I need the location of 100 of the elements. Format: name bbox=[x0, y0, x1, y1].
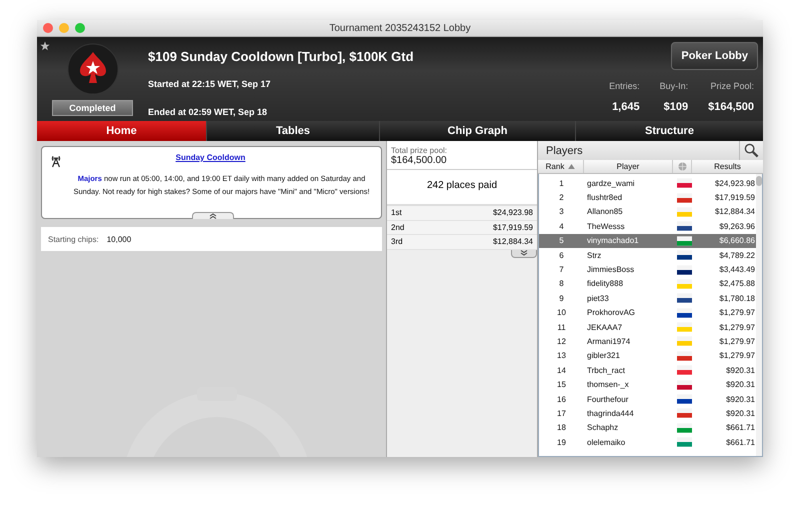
star-icon[interactable] bbox=[40, 41, 50, 51]
result-cell-text: $1,279.97 bbox=[718, 336, 755, 346]
rank-cell-text: 12 bbox=[556, 336, 567, 346]
player-row[interactable]: 17 thagrinda444 $920.31 bbox=[539, 406, 756, 421]
rank-cell-text: 3 bbox=[558, 207, 565, 216]
rank-cell-text: 11 bbox=[556, 322, 567, 332]
player-cell-text: olelemaiko bbox=[586, 438, 626, 447]
player-cell-text: JEKAAA7 bbox=[586, 322, 624, 332]
player-cell-text: Schaphz bbox=[586, 423, 620, 432]
status-banner: Completed bbox=[52, 100, 133, 116]
player-cell-text: Allanon85 bbox=[586, 207, 624, 216]
tab[interactable]: Structure bbox=[576, 121, 763, 141]
result-cell-text: $1,780.18 bbox=[718, 294, 755, 303]
player-row[interactable]: 19 olelemaiko $661.71 bbox=[539, 435, 756, 450]
player-row[interactable]: 15 thomsen-_x $920.31 bbox=[539, 377, 756, 392]
minimize-button[interactable] bbox=[59, 23, 69, 33]
flag-icon bbox=[676, 350, 692, 361]
rank-cell-text: 10 bbox=[556, 308, 567, 318]
player-row[interactable]: 6 Strz $4,789.22 bbox=[539, 248, 756, 262]
close-button[interactable] bbox=[43, 23, 53, 33]
flag-icon bbox=[676, 264, 692, 275]
player-row[interactable]: 9 piet33 $1,780.18 bbox=[539, 291, 756, 306]
player-row[interactable]: 10 ProkhorovAG $1,279.97 bbox=[539, 306, 756, 320]
result-cell-text: $17,919.59 bbox=[714, 193, 755, 202]
player-cell-text: TheWesss bbox=[586, 222, 626, 231]
stat-label: Prize Pool: bbox=[710, 81, 754, 91]
tab[interactable]: Tables bbox=[207, 121, 380, 141]
end-time: Ended at 02:59 WET, Sep 18 bbox=[148, 107, 268, 117]
player-row[interactable]: 3 Allanon85 $12,884.34 bbox=[539, 204, 756, 220]
chevron-up-icon bbox=[209, 213, 217, 219]
player-row[interactable]: 8 fidelity888 $2,475.88 bbox=[539, 276, 756, 292]
place-cell: 3rd bbox=[391, 237, 403, 246]
flag-icon bbox=[676, 308, 692, 318]
player-row[interactable]: 4 TheWesss $9,263.96 bbox=[539, 219, 756, 234]
result-cell-text: $920.31 bbox=[725, 366, 755, 375]
flag-icon bbox=[676, 394, 692, 404]
start-time: Started at 22:15 WET, Sep 17 bbox=[148, 79, 271, 89]
result-cell-text: $920.31 bbox=[725, 408, 755, 418]
rank-cell-text: 18 bbox=[556, 423, 567, 432]
spade-logo-icon bbox=[66, 43, 118, 95]
result-cell-text: $24,923.98 bbox=[714, 178, 755, 188]
column-header[interactable]: Player bbox=[584, 160, 673, 173]
window-title: Tournament 2035243152 Lobby bbox=[329, 22, 471, 34]
result-cell-text: $3,443.49 bbox=[718, 265, 755, 274]
rank-cell-text: 7 bbox=[558, 265, 565, 274]
player-row[interactable]: 13 gibler321 $1,279.97 bbox=[539, 348, 756, 364]
player-cell-text: thomsen-_x bbox=[586, 380, 630, 390]
flag-icon bbox=[676, 380, 692, 390]
zoom-button[interactable] bbox=[75, 23, 85, 33]
result-cell-text: $12,884.34 bbox=[714, 207, 755, 216]
rank-cell-text: 4 bbox=[558, 222, 565, 231]
flag-icon bbox=[676, 221, 692, 232]
payout-cell: $24,923.98 bbox=[492, 208, 533, 218]
player-row[interactable]: 14 Trbch_ract $920.31 bbox=[539, 363, 756, 378]
rank-cell-text: 17 bbox=[556, 408, 567, 418]
tab[interactable]: Chip Graph bbox=[380, 121, 576, 141]
result-cell-text: $661.71 bbox=[725, 438, 755, 447]
player-row[interactable]: 16 Fourthefour $920.31 bbox=[539, 392, 756, 406]
column-header[interactable]: Results bbox=[692, 160, 763, 173]
player-cell-text: vinymachado1 bbox=[586, 236, 640, 246]
player-cell-text: piet33 bbox=[586, 294, 610, 303]
flag-icon bbox=[676, 422, 692, 433]
player-row[interactable]: 18 Schaphz $661.71 bbox=[539, 420, 756, 436]
flag-icon bbox=[676, 278, 692, 289]
player-cell-text: thagrinda444 bbox=[586, 408, 635, 418]
result-cell-text: $6,660.86 bbox=[718, 236, 755, 246]
player-row[interactable]: 1 gardze_wami $24,923.98 bbox=[539, 176, 756, 190]
player-row[interactable]: 11 JEKAAA7 $1,279.97 bbox=[539, 320, 756, 334]
flag-icon bbox=[676, 236, 692, 246]
player-row[interactable]: 2 flushtr8ed $17,919.59 bbox=[539, 190, 756, 205]
collapse-button[interactable] bbox=[192, 212, 234, 219]
globe-icon bbox=[678, 162, 686, 171]
player-cell-text: flushtr8ed bbox=[586, 193, 624, 202]
rank-cell-text: 19 bbox=[556, 438, 567, 447]
news-heading-link[interactable]: Sunday Cooldown bbox=[44, 153, 377, 162]
place-cell: 1st bbox=[391, 208, 402, 218]
tournament-title: $109 Sunday Cooldown [Turbo], $100K Gtd bbox=[148, 48, 414, 64]
result-cell-text: $920.31 bbox=[725, 380, 755, 390]
flag-icon bbox=[676, 408, 692, 418]
rank-cell-text: 2 bbox=[558, 193, 565, 202]
column-header[interactable]: Rank bbox=[538, 160, 584, 173]
antenna-icon bbox=[50, 154, 62, 168]
result-cell-text: $9,263.96 bbox=[718, 222, 755, 231]
stat-value: $109 bbox=[664, 101, 688, 113]
rank-cell-text: 16 bbox=[556, 394, 567, 404]
poker-lobby-button[interactable]: Poker Lobby bbox=[671, 42, 758, 70]
player-row[interactable]: 12 Armani1974 $1,279.97 bbox=[539, 334, 756, 349]
player-row[interactable]: 7 JimmiesBoss $3,443.49 bbox=[539, 262, 756, 277]
tab[interactable]: Home bbox=[37, 121, 207, 141]
stat-value: 1,645 bbox=[612, 101, 640, 113]
rank-cell-text: 13 bbox=[556, 351, 567, 360]
scrollbar[interactable] bbox=[756, 174, 762, 456]
flag-icon bbox=[676, 336, 692, 346]
starting-chips-value: 10,000 bbox=[106, 234, 132, 244]
player-cell-text: Fourthefour bbox=[586, 394, 630, 404]
player-row[interactable]: 5 vinymachado1 $6,660.86 bbox=[539, 234, 756, 248]
flag-icon bbox=[676, 192, 692, 203]
stat-label: Buy-In: bbox=[660, 81, 688, 91]
player-cell-text: Trbch_ract bbox=[586, 366, 626, 375]
place-cell: 2nd bbox=[391, 222, 404, 232]
